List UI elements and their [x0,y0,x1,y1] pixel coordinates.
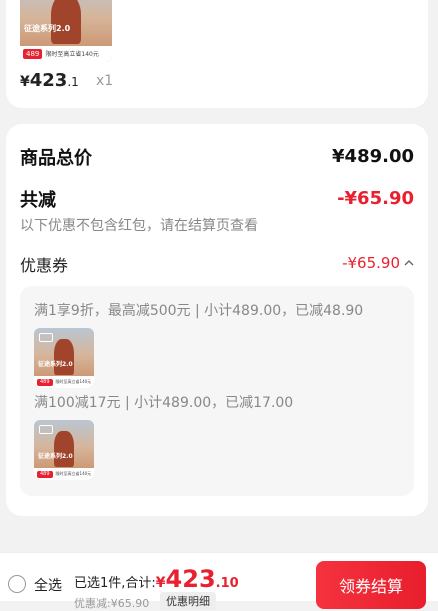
cart-item-card: 征途系列2.0 489 限时至高立省140元 ¥423.1 x1 [6,0,428,108]
item-quantity: x1 [96,73,114,89]
promo-product-thumbnail[interactable]: 征途系列2.0 489 限时至高立省140元 [34,420,94,480]
item-price-int: 423 [29,70,68,91]
promo-line-2: 满100减17元 | 小计489.00，已减17.00 [34,395,294,411]
total-value: ¥489.00 [332,146,414,167]
promo-line-1: 满1享9折，最高减500元 | 小计489.00，已减48.90 [34,303,364,319]
product-series-text: 征途系列2.0 [38,453,73,461]
discount-detail: 优惠减:¥65.90 [74,597,150,610]
promotion-details-panel: 满1享9折，最高减500元 | 小计489.00，已减48.90 征途系列2.0… [20,286,414,496]
product-tag-text: 限时至高立省140元 [55,379,92,384]
price-summary-card: 商品总价 ¥489.00 共减 -¥65.90 以下优惠不包含红包，请在结算页查… [6,124,428,516]
selected-count-text: 已选1件,合计: [74,576,156,591]
select-all-radio[interactable] [8,575,26,593]
product-series-text: 征途系列2.0 [38,361,73,369]
brand-logo-icon [39,425,53,434]
discount-detail-button[interactable]: 优惠明细 [160,592,216,610]
product-thumbnail[interactable]: 征途系列2.0 489 限时至高立省140元 [20,0,112,62]
product-promo-strip: 489 限时至高立省140元 [20,45,112,62]
item-price-dec: .1 [67,75,79,89]
total-int: 423 [165,565,216,593]
product-figure [54,430,74,467]
chevron-up-icon [404,260,414,266]
total-label: 商品总价 [20,148,92,169]
coupon-label: 优惠券 [20,256,69,275]
product-promo-strip: 489 限时至高立省140元 [34,468,94,480]
item-price: ¥423.1 [20,70,79,91]
checkout-button[interactable]: 领券结算 [316,561,426,609]
discount-note: 以下优惠不包含红包，请在结算页查看 [20,218,258,234]
coupon-value: -¥65.90 [342,254,400,272]
product-tag-text: 限时至高立省140元 [55,471,92,476]
discount-value: -¥65.90 [337,188,414,209]
discount-label: 共减 [20,190,56,211]
brand-logo-icon [39,333,53,342]
select-all-label[interactable]: 全选 [34,575,62,595]
product-price-tag: 489 [37,378,53,386]
product-price-tag: 489 [37,470,53,478]
checkout-bar: 全选 已选1件,合计:¥423.10 优惠减:¥65.90 优惠明细 领券结算 [0,552,438,610]
total-symbol: ¥ [155,575,166,591]
product-promo-strip: 489 限时至高立省140元 [34,376,94,388]
product-series-text: 征途系列2.0 [24,23,71,33]
cart-total: 已选1件,合计:¥423.10 [74,565,239,593]
item-price-symbol: ¥ [20,74,30,90]
checkout-button-label: 领券结算 [338,577,403,596]
product-figure [54,338,74,375]
promo-product-thumbnail[interactable]: 征途系列2.0 489 限时至高立省140元 [34,328,94,388]
total-dec: .10 [215,576,239,591]
product-tag-text: 限时至高立省140元 [45,51,99,59]
coupon-toggle[interactable]: -¥65.90 [342,254,414,272]
product-price-tag: 489 [23,48,43,59]
